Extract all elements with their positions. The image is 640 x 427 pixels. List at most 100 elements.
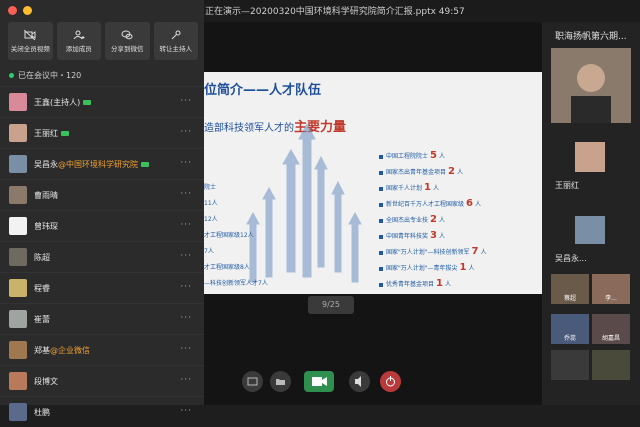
featured-video-2[interactable] [575,142,605,172]
avatar [9,310,27,328]
camera-on-icon [141,161,149,167]
end-call-button[interactable] [380,371,401,392]
featured-video-3[interactable] [575,216,605,244]
more-options-button[interactable]: ··· [180,96,192,106]
participant-name-text: 段博文 [34,376,58,386]
add-member-button[interactable]: 添加成员 [56,22,101,60]
thumbnail-label: 胡嘉昌 [601,335,620,342]
bullet-square-icon [379,186,383,191]
participant-name-text: 陈超 [34,252,50,262]
participant-row[interactable]: 郑基@企业微信 ··· [0,334,204,365]
participant-thumbnail[interactable]: 乔蕊 [551,314,589,344]
transfer-host-label: 转让主持人 [159,44,193,53]
participant-name: 陈超 [34,252,50,263]
meeting-actions: 关闭全员视频 添加成员 分享到微信 转让主持人 [8,22,198,62]
participant-thumbnail[interactable]: 胡嘉昌 [592,314,630,344]
slide-item-unit: 人 [438,153,445,160]
bullet-square-icon [379,170,383,175]
slide-item-unit: 人 [438,233,445,240]
slide-item-number: 7 [471,246,479,257]
featured-video-1[interactable] [551,48,631,123]
participant-row[interactable]: 程睿 ··· [0,272,204,303]
slide-item-text: 新世纪百千万人才工程国家级 [386,201,465,208]
avatar [9,217,27,235]
screen-share-button[interactable] [242,371,263,392]
video-panel: 职海扬帆第六期... 王丽红 吴昌永... 蔡超 李... 乔蕊 胡嘉昌 [542,22,640,405]
slide-item-text: 优秀青年基金项目 [386,281,435,288]
participant-name: 吴昌永@中国环境科学研究院 [34,159,149,170]
more-options-button[interactable]: ··· [180,251,192,261]
slide-item-number: 2 [430,214,437,225]
more-options-button[interactable]: ··· [180,406,192,416]
share-wechat-button[interactable]: 分享到微信 [105,22,150,60]
more-options-button[interactable]: ··· [180,189,192,199]
more-options-button[interactable]: ··· [180,282,192,292]
slide-item-unit: 人 [474,201,481,208]
camera-icon [312,377,327,386]
folder-button[interactable] [270,371,291,392]
video-label-2: 王丽红 [555,181,579,190]
slide-item-number: 2 [448,166,455,177]
more-options-button[interactable]: ··· [180,375,192,385]
slide-right-item: 优秀青年基金项目 1 人 [379,278,487,294]
participant-row[interactable]: 陈超 ··· [0,241,204,272]
window-title: 正在演示—20200320中国环境科学研究院简介汇报.pptx 49:57 [205,7,465,17]
participant-name-text: 曾玮琛 [34,221,58,231]
bullet-square-icon [379,218,383,223]
avatar [9,186,27,204]
participant-row[interactable]: 杜鹏 ··· [0,396,204,427]
participant-name: 段博文 [34,376,58,387]
key-icon [171,30,181,39]
avatar [9,124,27,142]
more-options-button[interactable]: ··· [180,127,192,137]
panel-minimize-button[interactable] [23,6,32,15]
more-options-button[interactable]: ··· [180,158,192,168]
camera-on-icon [83,99,92,105]
more-options-button[interactable]: ··· [180,313,192,323]
bullet-square-icon [379,202,383,207]
folder-icon [276,379,285,385]
avatar [9,341,27,359]
slide-right-item: 国家"万人计划"—青年拔尖 1 人 [379,262,487,278]
participant-row[interactable]: 崔蕾 ··· [0,303,204,334]
participant-row[interactable]: 段博文 ··· [0,365,204,396]
video-button[interactable] [304,371,334,392]
participant-row[interactable]: 王鑫(主持人) ··· [0,86,204,117]
participant-org: @企业微信 [50,345,90,355]
participant-thumbnail[interactable]: 蔡超 [551,274,589,304]
wechat-icon [121,30,133,39]
slide-item-text: 中国青年科技奖 [386,233,429,240]
more-options-button[interactable]: ··· [180,344,192,354]
slide-left-item: —科技创新领军人才7人 [204,280,268,287]
participant-row[interactable]: 曾玮琛 ··· [0,210,204,241]
slide-right-item: 国家"万人计划"—科技创新领军 7 人 [379,246,487,262]
slide-left-item: 才工程国家级12人 [204,232,254,239]
slide-item-text: 中国工程院院士 [386,153,429,160]
transfer-host-button[interactable]: 转让主持人 [153,22,198,60]
participant-thumbnail[interactable] [592,350,630,380]
slide-left-item: 院士 [204,184,217,191]
participant-name-text: 程睿 [34,283,50,293]
participant-name: 曾玮琛 [34,221,58,232]
participant-row[interactable]: 曹雨晴 ··· [0,179,204,210]
slide-right-item: 中国青年科技奖 3 人 [379,230,487,246]
mute-all-video-button[interactable]: 关闭全员视频 [8,22,53,60]
thumbnail-label: 李... [605,295,617,302]
participant-thumbnail[interactable] [551,350,589,380]
slide-left-item: 7人 [204,248,214,255]
participant-panel: 关闭全员视频 添加成员 分享到微信 转让主持人 已在会议中・120 王鑫(主持人… [0,0,204,421]
slide-right-list: 中国工程院院士 5 人国家杰出青年基金项目 2 人国家千人计划 1 人新世纪百千万人才工程国… [379,150,487,294]
participant-thumbnail[interactable]: 李... [592,274,630,304]
participant-row[interactable]: 王丽红 ··· [0,117,204,148]
slide-item-text: 国家千人计划 [386,185,423,192]
speaker-button[interactable] [349,371,370,392]
more-options-button[interactable]: ··· [180,220,192,230]
video-off-icon [24,29,36,40]
slide-item-number: 6 [466,198,473,209]
thumbnail-label: 乔蕊 [563,335,576,342]
participant-row[interactable]: 吴昌永@中国环境科学研究院 ··· [0,148,204,179]
panel-close-button[interactable] [8,6,17,15]
bullet-square-icon [379,154,383,159]
mute-all-video-label: 关闭全员视频 [10,44,50,53]
avatar [9,248,27,266]
